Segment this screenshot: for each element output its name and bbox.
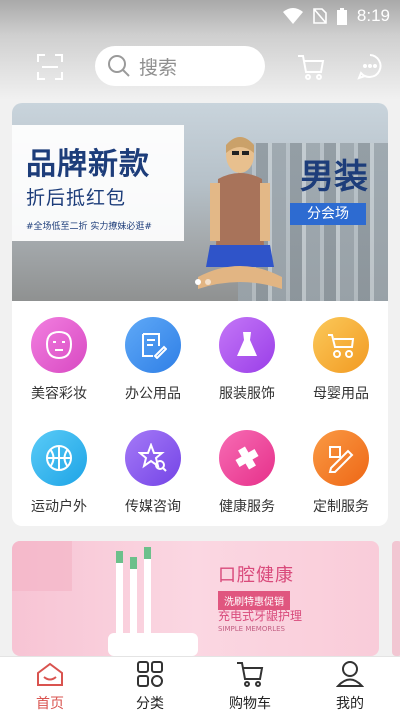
category-sports[interactable]: 运动户外 [12,430,106,516]
health-cross-icon [219,430,275,486]
category-office[interactable]: 办公用品 [106,317,200,403]
banner-subtitle: 折后抵红包 [26,187,127,209]
search-icon [108,55,130,77]
tab-cart[interactable]: 购物车 [200,661,300,711]
face-mask-icon [31,317,87,373]
category-label: 运动户外 [31,499,87,515]
banner-title: 品牌新款 [26,147,150,182]
carousel-dot [205,279,211,285]
no-sim-icon [313,8,327,24]
banner-right-tag: 分会场 [290,203,366,225]
category-label: 健康服务 [219,499,275,515]
category-label: 母婴用品 [313,386,369,402]
category-media[interactable]: 传媒咨询 [106,430,200,516]
cart-icon[interactable] [296,52,326,82]
grid-icon [137,661,163,687]
category-grid: 美容彩妆 办公用品 服装服饰 母婴用品 运动户外 传媒咨询 健康服务 定制服务 [12,301,388,526]
tab-label: 购物车 [229,696,271,711]
search-input[interactable]: 搜索 [95,46,265,86]
promo-title: 口腔健康 [218,565,294,586]
clock: 8:19 [356,6,390,25]
carousel-indicator [195,279,211,285]
category-health[interactable]: 健康服务 [200,430,294,516]
user-icon [335,661,365,687]
banner-right-title: 男装 [300,157,368,197]
promo-small: SIMPLE MEMORLES [218,625,285,633]
home-icon [37,662,63,686]
tab-label: 首页 [36,696,64,711]
carousel-dot [195,279,201,285]
tab-category[interactable]: 分类 [100,661,200,711]
search-placeholder: 搜索 [139,56,178,79]
banner-carousel[interactable]: 品牌新款 折后抵红包 #全场低至二折 实力撩妹必逛# 男装 分会场 [12,103,388,301]
category-custom[interactable]: 定制服务 [294,430,388,516]
tab-mine[interactable]: 我的 [300,661,400,711]
category-label: 传媒咨询 [125,499,181,515]
status-bar: 8:19 [0,0,400,34]
tab-label: 我的 [336,696,364,711]
scan-icon[interactable] [36,53,64,81]
star-search-icon [125,430,181,486]
pencil-ruler-icon [313,430,369,486]
model-image [198,137,282,289]
category-baby[interactable]: 母婴用品 [294,317,388,403]
promo-banner[interactable]: 口腔健康 洗刷特惠促销 充电式牙龈护理 SIMPLE MEMORLES [12,541,379,656]
tab-label: 分类 [136,696,164,711]
bottom-tab-bar: 首页 分类 购物车 我的 [0,656,400,711]
document-edit-icon [125,317,181,373]
category-clothing[interactable]: 服装服饰 [200,317,294,403]
cart-icon [237,662,264,687]
basketball-icon [31,430,87,486]
next-promo-peek[interactable] [392,541,400,656]
category-beauty[interactable]: 美容彩妆 [12,317,106,403]
message-icon[interactable] [356,52,384,80]
battery-icon [336,7,347,25]
dress-icon [219,317,275,373]
stroller-icon [313,317,369,373]
banner-note: #全场低至二折 实力撩妹必逛# [26,222,152,232]
category-label: 服装服饰 [219,386,275,402]
wifi-icon [282,8,303,24]
category-label: 美容彩妆 [31,386,87,402]
toothbrush-image [12,541,198,656]
promo-line: 充电式牙龈护理 [218,609,303,623]
category-label: 定制服务 [313,499,369,515]
category-label: 办公用品 [125,386,181,402]
tab-home[interactable]: 首页 [0,661,100,711]
